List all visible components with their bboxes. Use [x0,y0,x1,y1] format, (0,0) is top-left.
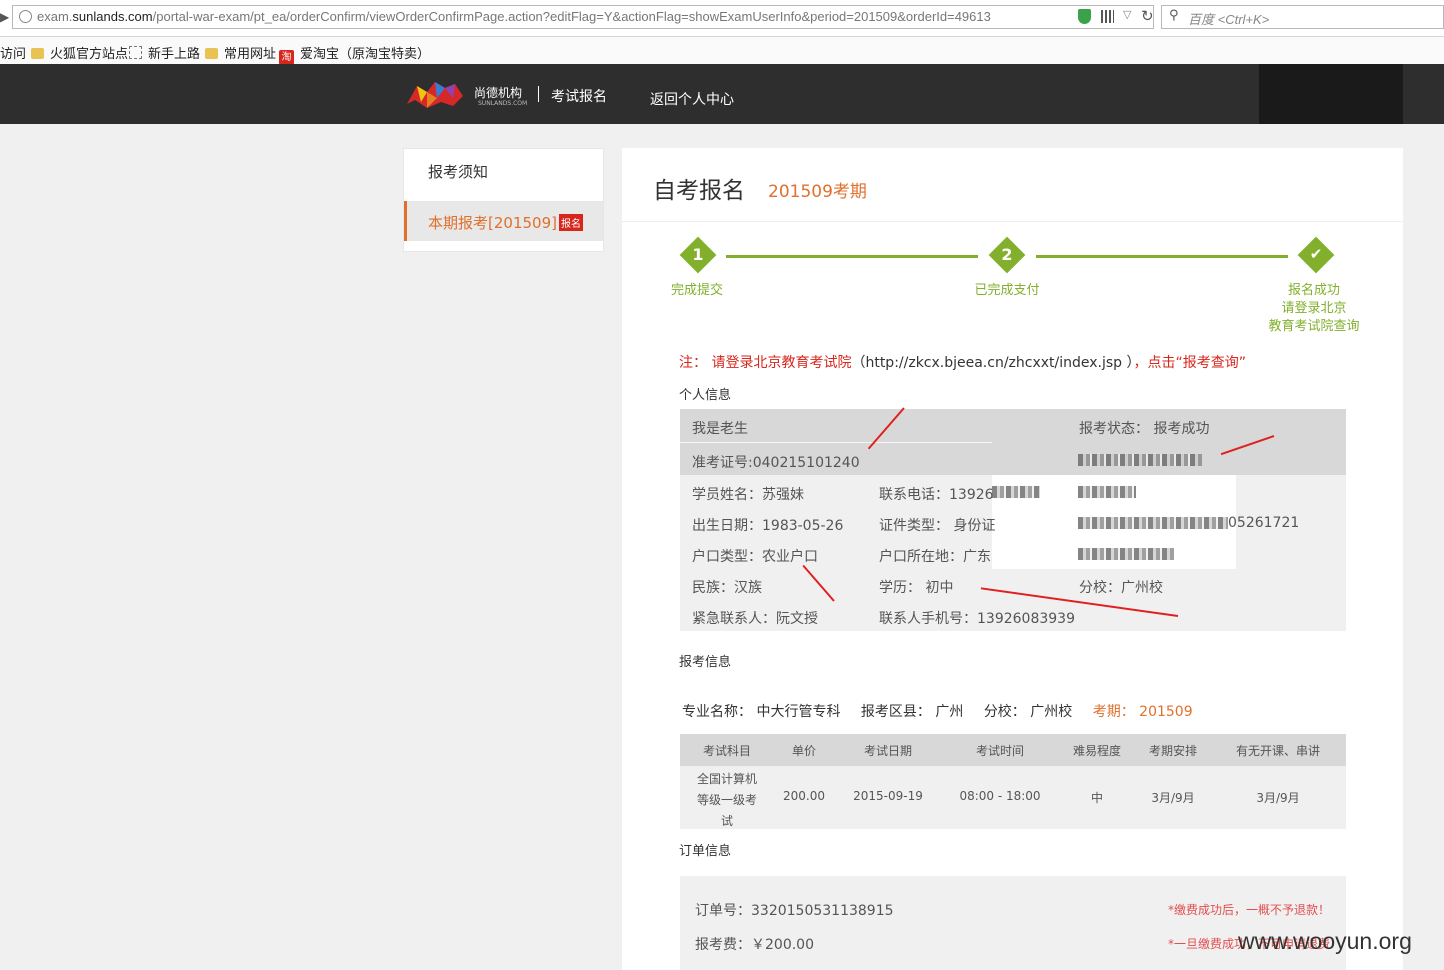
id-number-tail: 05261721 [1228,515,1300,531]
col-price: 单价 [791,744,816,758]
qr-code-icon[interactable] [1101,10,1114,23]
applicant-type: 我是老生 [692,421,748,437]
header-user-area[interactable] [1259,64,1403,124]
step-1-label: 完成提交 [670,283,723,298]
page-header: 自考报名 201509考期 [622,148,1403,222]
contact-mobile: 联系人手机号：13926083939 [879,611,1075,627]
period-value: 201509 [1139,704,1193,720]
col-date: 考试日期 [863,744,912,758]
bookmark-firefox[interactable]: 火狐官方站点 [31,43,128,62]
header-divider [538,86,539,102]
nav-exam-registration[interactable]: 考试报名 [551,86,607,106]
refund-warning: *缴费成功后，一概不予退款！ [1167,903,1330,917]
sidebar-item-notice[interactable]: 报考须知 [404,149,603,202]
masked-value [1078,517,1228,529]
check-icon: ✔ [1309,245,1323,263]
globe-icon [19,10,32,23]
bookmark-common[interactable]: 常用网址 [205,43,276,62]
registration-fee: 报考费：￥200.00 [695,937,814,953]
bjeea-link[interactable]: （http://zkcx.bjeea.cn/zhcxxt/index.jsp ） [851,355,1133,371]
emergency-contact: 紧急联系人：阮文授 [692,611,818,627]
page-period: 201509考期 [768,182,867,202]
logo-text: 尚德机构 [474,86,523,100]
bookmark-visit[interactable]: 访问 [0,43,26,62]
order-info-box: 订单号：3320150531138915 报考费：￥200.00 *缴费成功后，… [680,876,1346,970]
ethnicity: 民族：汉族 [692,580,762,596]
step-connector-1 [726,255,978,258]
step-1-number: 1 [692,245,704,264]
cell-difficulty: 中 [1090,791,1103,805]
cell-schedule: 3月/9月 [1151,791,1195,805]
col-time: 考试时间 [975,744,1024,758]
dropdown-icon[interactable]: ▽ [1123,8,1131,21]
col-lecture: 有无开课、串讲 [1235,744,1320,758]
area-value: 广州 [935,704,964,720]
sidebar: 报考须知 本期报考[201509] 报名 [403,148,604,252]
search-input[interactable]: ⚲ 百度 <Ctrl+K> [1161,5,1444,29]
page-icon [129,46,142,59]
main-panel: 自考报名 201509考期 1 2 ✔ 完成提交 已完成支付 报名成功 请登录北… [622,148,1403,970]
col-difficulty: 难易程度 [1072,744,1121,758]
section-personal-info: 个人信息 [679,388,732,403]
cell-subject: 全国计算机 等级一级考试 [696,772,757,828]
notice-text: 注： 请登录北京教育考试院（http://zkcx.bjeea.cn/zhcxx… [679,355,1247,371]
col-schedule: 考期安排 [1148,744,1197,758]
section-order-info: 订单信息 [679,844,732,859]
search-placeholder: 百度 <Ctrl+K> [1188,12,1270,27]
taobao-icon: 淘 [279,50,294,65]
bookmark-newbie[interactable]: 新手上路 [129,43,200,62]
masked-value [1078,486,1136,498]
search-icon: ⚲ [1169,8,1179,23]
branch-value: 广州校 [1030,704,1073,720]
major-value: 中大行管专科 [756,704,841,720]
progress-steps: 1 2 ✔ 完成提交 已完成支付 报名成功 请登录北京 教育考试院查询 [622,221,1403,341]
bull-logo-icon[interactable] [405,78,465,110]
site-header: 尚德机构 SUNLANDS.COM 考试报名 返回个人中心 [0,64,1444,124]
masked-value [1078,548,1174,560]
cell-price: 200.00 [783,789,825,803]
folder-icon [205,48,218,59]
nav-back-personal-center[interactable]: 返回个人中心 [650,89,734,109]
hukou-location: 户口所在地：广东 [879,549,991,565]
watermark: www.wooyun.org [1238,928,1412,954]
cell-time: 08:00 - 18:00 [959,789,1041,803]
ticket-number: 准考证号:040215101240 [692,455,860,471]
exam-details: 专业名称： 中大行管专科 报考区县： 广州 分校： 广州校 考期： 201509 [682,704,1193,720]
page-title: 自考报名 [653,178,745,204]
back-arrow-icon[interactable]: ▶ [0,10,9,24]
address-bar[interactable]: exam.sunlands.com/portal-war-exam/pt_ea/… [12,5,1154,29]
reload-icon[interactable]: ↻ [1141,7,1154,25]
section-exam-info: 报考信息 [679,655,732,670]
education: 学历： 初中 [879,580,954,596]
hukou-type: 户口类型：农业户口 [692,549,818,565]
order-number: 订单号：3320150531138915 [695,903,894,919]
browser-toolbar: ▶ exam.sunlands.com/portal-war-exam/pt_e… [0,0,1444,37]
table-row: 全国计算机 等级一级考试 200.00 2015-09-19 08:00 - 18… [680,766,1346,829]
col-subject: 考试科目 [702,744,751,758]
divider-line [680,442,992,443]
birth-date: 出生日期：1983-05-26 [692,518,844,534]
step-connector-2 [1036,255,1288,258]
shield-icon[interactable] [1078,9,1091,24]
student-name: 学员姓名：苏强妹 [692,487,804,503]
url-text: exam.sunlands.com/portal-war-exam/pt_ea/… [37,9,991,24]
id-type: 证件类型： 身份证 [879,518,996,534]
registration-status: 报考状态： 报考成功 [1079,421,1210,437]
badge-register: 报名 [558,214,583,231]
logo-subtext: SUNLANDS.COM [478,100,528,107]
bookmark-taobao[interactable]: 淘爱淘宝（原淘宝特卖） [279,43,430,65]
branch-school: 分校：广州校 [1079,580,1163,596]
table-header: 考试科目 单价 考试日期 考试时间 难易程度 考期安排 有无开课、串讲 [680,734,1346,766]
step-2-number: 2 [1001,245,1013,264]
step-2-label: 已完成支付 [974,283,1040,298]
masked-value [992,486,1040,498]
cell-date: 2015-09-19 [853,789,923,803]
contact-phone: 联系电话：13926 [879,487,994,503]
cell-lecture: 3月/9月 [1256,791,1300,805]
step-3-label: 报名成功 请登录北京 教育考试院查询 [1268,283,1360,334]
masked-value [1078,454,1202,466]
folder-icon [31,48,44,59]
sidebar-item-current-registration[interactable]: 本期报考[201509] 报名 [404,201,603,241]
bookmarks-bar: 访问 火狐官方站点 新手上路 常用网址 淘爱淘宝（原淘宝特卖） [0,37,1444,65]
